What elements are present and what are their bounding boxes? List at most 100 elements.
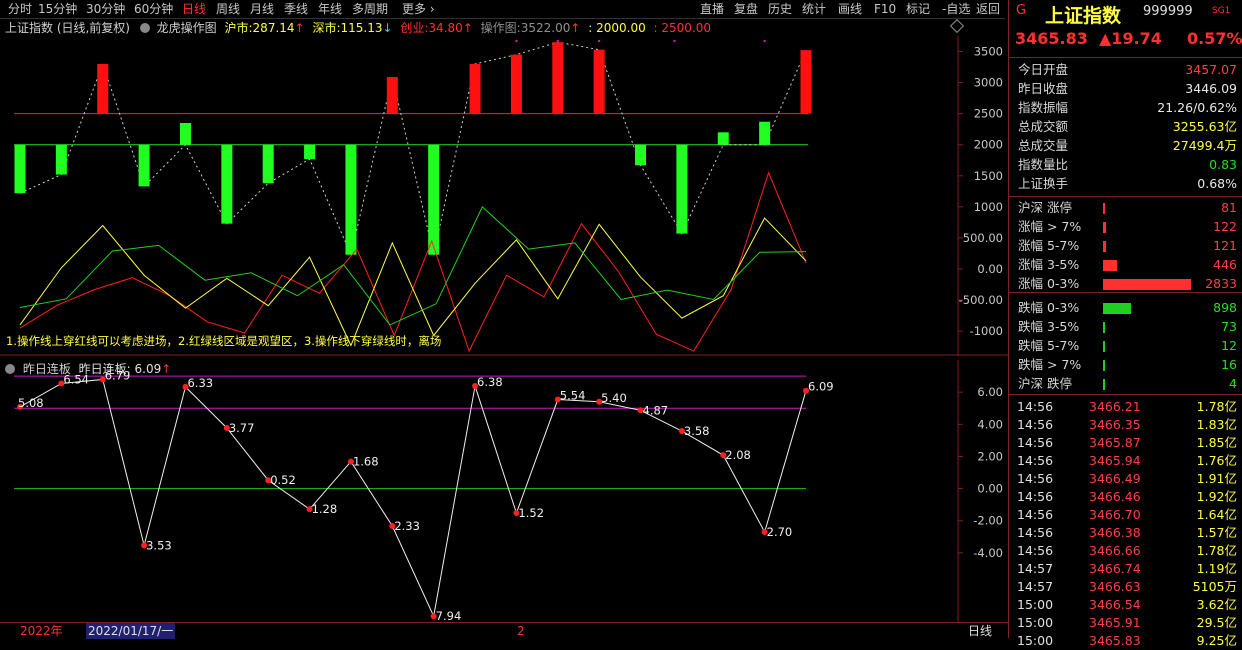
- v3-value: : 2500.00: [653, 21, 712, 35]
- operation-bar: [97, 63, 109, 114]
- tool-button-2[interactable]: 历史: [768, 0, 792, 18]
- index-name: 上证指数: [1045, 5, 1122, 27]
- tick-row[interactable]: 14:56 3465.87 1.85亿: [1009, 434, 1242, 452]
- last-price: 3465.83: [1015, 29, 1088, 48]
- data-label: 4.87: [643, 403, 669, 417]
- tick-price: 3466.35: [1089, 417, 1141, 432]
- breadth-label: 跌幅 > 7%: [1018, 357, 1082, 372]
- period-tab-5[interactable]: 周线: [216, 0, 240, 18]
- sz-label: 深市:: [312, 21, 341, 35]
- tick-row[interactable]: 14:57 3466.74 1.19亿: [1009, 560, 1242, 578]
- expand-icon[interactable]: [949, 18, 965, 34]
- data-label: 0.52: [270, 473, 296, 487]
- stat-value: 27499.4万: [1172, 138, 1237, 153]
- data-label: 1.52: [518, 506, 544, 520]
- operation-bar: [179, 122, 191, 145]
- tick-row[interactable]: 14:56 3466.46 1.92亿: [1009, 488, 1242, 506]
- period-tab-10[interactable]: 更多 ›: [402, 0, 435, 18]
- y-tick-label: -500.00: [959, 293, 1003, 307]
- breadth-label: 跌幅 5-7%: [1018, 338, 1080, 353]
- divider: [1008, 57, 1242, 58]
- tick-row[interactable]: 14:57 3466.63 5105万: [1009, 578, 1242, 596]
- tick-row[interactable]: 14:56 3466.49 1.91亿: [1009, 470, 1242, 488]
- breadth-row: 沪深 跌停 4: [1009, 375, 1242, 393]
- tool-button-3[interactable]: 统计: [802, 0, 826, 18]
- period-tab-6[interactable]: 月线: [250, 0, 274, 18]
- period-tab-7[interactable]: 季线: [284, 0, 308, 18]
- sub-chart[interactable]: 6.00 4.00 2.00 0.00 -2.00 -4.00 5.08 6.54 6.79 3.…: [0, 360, 1008, 622]
- tick-price: 3466.66: [1089, 543, 1141, 558]
- tick-row[interactable]: 14:56 3465.94 1.76亿: [1009, 452, 1242, 470]
- stat-value: 0.68%: [1197, 176, 1237, 191]
- period-tab-2[interactable]: 30分钟: [86, 0, 125, 18]
- tool-button-1[interactable]: 复盘: [734, 0, 758, 18]
- tick-volume: 1.85亿: [1196, 435, 1237, 450]
- stat-row: 总成交额 3255.63亿: [1009, 118, 1242, 136]
- period-tab-1[interactable]: 15分钟: [38, 0, 77, 18]
- breadth-bar: [1103, 279, 1191, 290]
- operation-bar: [717, 132, 729, 145]
- breadth-label: 沪深 涨停: [1018, 200, 1072, 215]
- breadth-row: 沪深 涨停 81: [1009, 199, 1242, 217]
- price-change-pct: 0.57%: [1187, 29, 1242, 48]
- marker-dot: [597, 39, 601, 43]
- tick-price: 3466.74: [1089, 561, 1141, 576]
- main-chart-title: 上证指数 (日线,前复权): [5, 21, 130, 35]
- tick-row[interactable]: 15:00 3465.83 9.25亿: [1009, 632, 1242, 650]
- tick-time: 14:57: [1017, 579, 1054, 594]
- tool-button-6[interactable]: 标记: [906, 0, 930, 18]
- period-tab-8[interactable]: 年线: [318, 0, 342, 18]
- marker-dot: [515, 39, 518, 43]
- flag-label: G: [1016, 3, 1027, 18]
- stat-row: 昨日收盘 3446.09: [1009, 80, 1242, 98]
- period-tab-0[interactable]: 分时: [8, 0, 32, 18]
- tick-row[interactable]: 14:56 3466.66 1.78亿: [1009, 542, 1242, 560]
- data-label: 6.38: [477, 375, 503, 389]
- breadth-bar: [1103, 203, 1105, 214]
- operation-bar: [676, 144, 688, 234]
- period-tab-3[interactable]: 60分钟: [134, 0, 173, 18]
- tick-volume: 1.19亿: [1196, 561, 1237, 576]
- y-tick-label: 6.00: [977, 385, 1003, 399]
- indicator-name[interactable]: 龙虎操作图: [157, 21, 217, 35]
- tick-row[interactable]: 14:56 3466.70 1.64亿: [1009, 506, 1242, 524]
- data-label: 1.28: [312, 502, 338, 516]
- stat-label: 上证换手: [1018, 176, 1069, 191]
- period-label[interactable]: 日线: [968, 623, 992, 639]
- main-chart[interactable]: 3500 3000 2500 2000 1500 1000 500.00 0.00 -500.0…: [0, 36, 1008, 356]
- tick-row[interactable]: 14:56 3466.38 1.57亿: [1009, 524, 1242, 542]
- tick-time: 15:00: [1017, 615, 1054, 630]
- tick-row[interactable]: 15:00 3466.54 3.62亿: [1009, 596, 1242, 614]
- tool-button-5[interactable]: F10: [874, 0, 896, 18]
- data-label: 2.08: [725, 448, 751, 462]
- tool-button-4[interactable]: 画线: [838, 0, 862, 18]
- divider: [1008, 292, 1242, 293]
- tool-button-0[interactable]: 直播: [700, 0, 724, 18]
- operation-bar: [428, 144, 440, 255]
- breadth-value: 81: [1221, 200, 1237, 215]
- data-label: 6.79: [105, 368, 131, 382]
- period-tab-9[interactable]: 多周期: [352, 0, 388, 18]
- tick-volume: 1.83亿: [1196, 417, 1237, 432]
- operation-bar: [14, 144, 26, 194]
- y-tick-label: 3000: [974, 76, 1003, 90]
- hs-label: 沪市:: [224, 21, 253, 35]
- tool-button-7[interactable]: -自选: [942, 0, 970, 18]
- tick-row[interactable]: 14:56 3466.21 1.78亿: [1009, 398, 1242, 416]
- data-label: 3.58: [684, 424, 710, 438]
- tick-price: 3465.91: [1089, 615, 1141, 630]
- tick-row[interactable]: 15:00 3465.91 29.5亿: [1009, 614, 1242, 632]
- indicator-settings-icon[interactable]: [139, 23, 150, 33]
- period-tab-4[interactable]: 日线: [182, 0, 206, 18]
- date-cursor-label: 2022/01/17/一: [86, 623, 176, 639]
- strategy-note: 1.操作线上穿红线可以考虑进场，2.红绿线区域是观望区，3.操作线下穿绿线时，离…: [6, 334, 442, 348]
- tool-button-8[interactable]: 返回: [976, 0, 1000, 18]
- data-label: 1.68: [353, 455, 379, 469]
- breadth-row: 涨幅 3-5% 446: [1009, 256, 1242, 274]
- breadth-bar: [1103, 303, 1131, 314]
- stat-value: 3446.09: [1185, 81, 1237, 96]
- tick-row[interactable]: 14:56 3466.35 1.83亿: [1009, 416, 1242, 434]
- tick-price: 3465.83: [1089, 633, 1141, 648]
- year-label: 2022年: [20, 624, 63, 638]
- tick-volume: 1.76亿: [1196, 453, 1237, 468]
